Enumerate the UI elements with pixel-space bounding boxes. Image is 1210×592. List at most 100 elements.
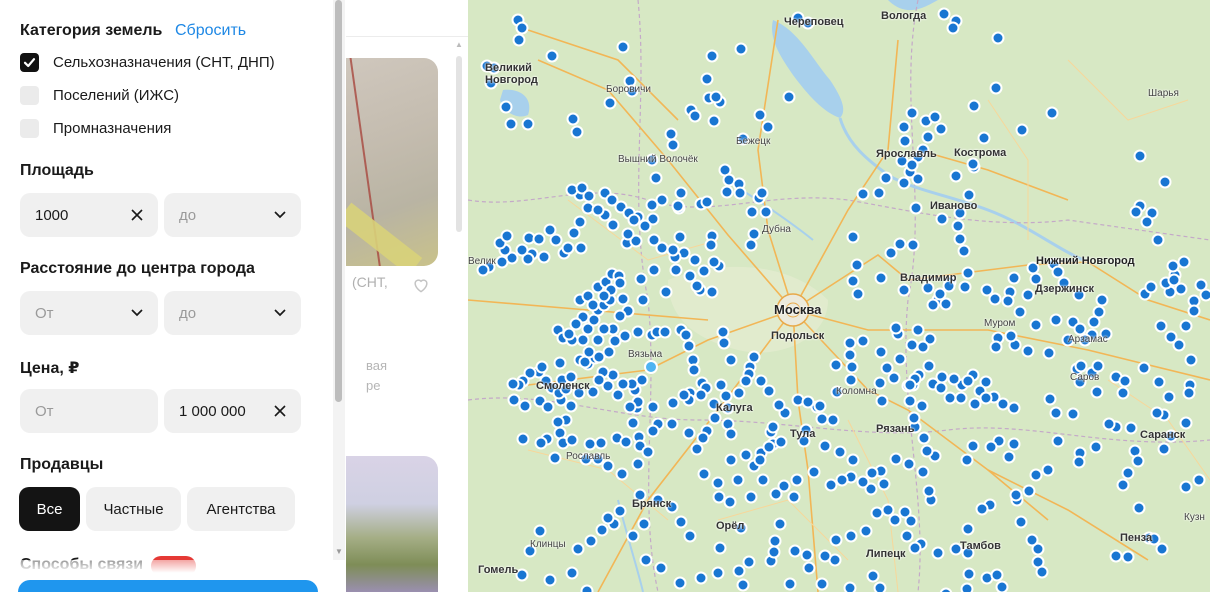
listing-marker[interactable] <box>1187 304 1201 318</box>
show-results-button[interactable] <box>18 580 318 592</box>
listing-marker[interactable] <box>946 21 960 35</box>
listing-marker[interactable] <box>1154 319 1168 333</box>
listing-marker[interactable] <box>872 186 886 200</box>
listing-marker[interactable] <box>682 426 696 440</box>
listing-marker[interactable] <box>671 199 685 213</box>
listing-marker[interactable] <box>915 399 929 413</box>
listing-marker[interactable] <box>717 336 731 350</box>
listing-marker[interactable] <box>733 186 747 200</box>
listing-marker[interactable] <box>884 246 898 260</box>
listing-marker[interactable] <box>664 127 678 141</box>
listing-marker[interactable] <box>1015 123 1029 137</box>
listing-marker[interactable] <box>521 117 535 131</box>
listing-marker[interactable] <box>768 534 782 548</box>
listing-marker[interactable] <box>1116 386 1130 400</box>
listing-marker[interactable] <box>1182 386 1196 400</box>
listing-marker[interactable] <box>874 271 888 285</box>
clear-icon[interactable] <box>274 405 286 417</box>
listing-marker[interactable] <box>641 445 655 459</box>
listing-marker[interactable] <box>907 411 921 425</box>
listing-marker[interactable] <box>897 283 911 297</box>
listing-marker[interactable] <box>870 506 884 520</box>
listing-marker[interactable] <box>1035 565 1049 579</box>
listing-marker[interactable] <box>788 544 802 558</box>
listing-marker[interactable] <box>813 399 827 413</box>
listing-marker[interactable] <box>917 431 931 445</box>
listing-marker[interactable] <box>711 476 725 490</box>
listing-marker[interactable] <box>747 350 761 364</box>
listing-marker[interactable] <box>926 298 940 312</box>
listing-marker[interactable] <box>564 399 578 413</box>
listing-marker[interactable] <box>618 329 632 343</box>
listing-marker[interactable] <box>673 230 687 244</box>
listing-marker[interactable] <box>682 339 696 353</box>
listing-marker[interactable] <box>756 473 770 487</box>
listing-marker[interactable] <box>666 396 680 410</box>
listing-marker[interactable] <box>1014 515 1028 529</box>
listing-marker[interactable] <box>586 298 600 312</box>
listing-marker[interactable] <box>1184 353 1198 367</box>
listing-marker[interactable] <box>1029 318 1043 332</box>
listing-marker[interactable] <box>1090 385 1104 399</box>
listing-marker[interactable] <box>759 205 773 219</box>
listing-marker[interactable] <box>1137 361 1151 375</box>
listing-marker[interactable] <box>705 285 719 299</box>
listing-marker[interactable] <box>639 553 653 567</box>
listing-marker[interactable] <box>613 309 627 323</box>
listing-marker[interactable] <box>654 561 668 575</box>
listing-marker[interactable] <box>601 511 615 525</box>
listing-marker[interactable] <box>631 457 645 471</box>
listing-marker[interactable] <box>1009 488 1023 502</box>
listing-marker[interactable] <box>543 223 557 237</box>
listing-marker[interactable] <box>772 398 786 412</box>
listing-marker[interactable] <box>879 171 893 185</box>
listing-marker[interactable] <box>592 373 606 387</box>
listing-markers[interactable] <box>476 7 1210 592</box>
listing-marker[interactable] <box>874 345 888 359</box>
listing-marker[interactable] <box>968 397 982 411</box>
listing-marker[interactable] <box>846 274 860 288</box>
listing-marker[interactable] <box>619 435 633 449</box>
listing-marker[interactable] <box>1042 346 1056 360</box>
listing-marker[interactable] <box>843 581 857 592</box>
listing-marker[interactable] <box>506 377 520 391</box>
listing-marker[interactable] <box>990 568 1004 582</box>
listing-marker[interactable] <box>902 457 916 471</box>
listing-marker[interactable] <box>761 120 775 134</box>
listing-marker[interactable] <box>1041 463 1055 477</box>
listing-marker[interactable] <box>903 378 917 392</box>
listing-marker[interactable] <box>1051 434 1065 448</box>
listing-marker[interactable] <box>1073 322 1087 336</box>
listing-marker[interactable] <box>603 96 617 110</box>
listing-marker[interactable] <box>856 334 870 348</box>
checkbox-icon[interactable] <box>20 118 39 138</box>
listing-marker[interactable] <box>537 250 551 264</box>
listing-marker[interactable] <box>732 564 746 578</box>
listing-marker[interactable] <box>856 475 870 489</box>
listing-marker[interactable] <box>683 529 697 543</box>
listing-marker[interactable] <box>897 120 911 134</box>
area-to-select[interactable]: до <box>164 193 301 237</box>
checkbox-icon[interactable] <box>20 85 39 105</box>
listing-marker[interactable] <box>669 263 683 277</box>
listing-marker[interactable] <box>961 522 975 536</box>
listing-marker[interactable] <box>1025 533 1039 547</box>
listing-marker[interactable] <box>744 238 758 252</box>
listing-marker[interactable] <box>846 453 860 467</box>
listing-marker[interactable] <box>700 195 714 209</box>
listing-marker[interactable] <box>683 269 697 283</box>
listing-marker[interactable] <box>694 571 708 585</box>
listing-marker[interactable] <box>1021 344 1035 358</box>
listing-marker[interactable] <box>627 213 641 227</box>
listing-marker[interactable] <box>616 40 630 54</box>
listing-marker[interactable] <box>790 473 804 487</box>
listing-marker[interactable] <box>1167 273 1181 287</box>
listing-marker[interactable] <box>1109 549 1123 563</box>
listing-marker[interactable] <box>960 582 974 592</box>
listing-marker[interactable] <box>1066 407 1080 421</box>
listing-marker[interactable] <box>818 439 832 453</box>
listing-marker[interactable] <box>541 400 555 414</box>
listing-marker[interactable] <box>934 381 948 395</box>
listing-marker[interactable] <box>753 453 767 467</box>
checkbox-checked-icon[interactable] <box>20 52 39 72</box>
